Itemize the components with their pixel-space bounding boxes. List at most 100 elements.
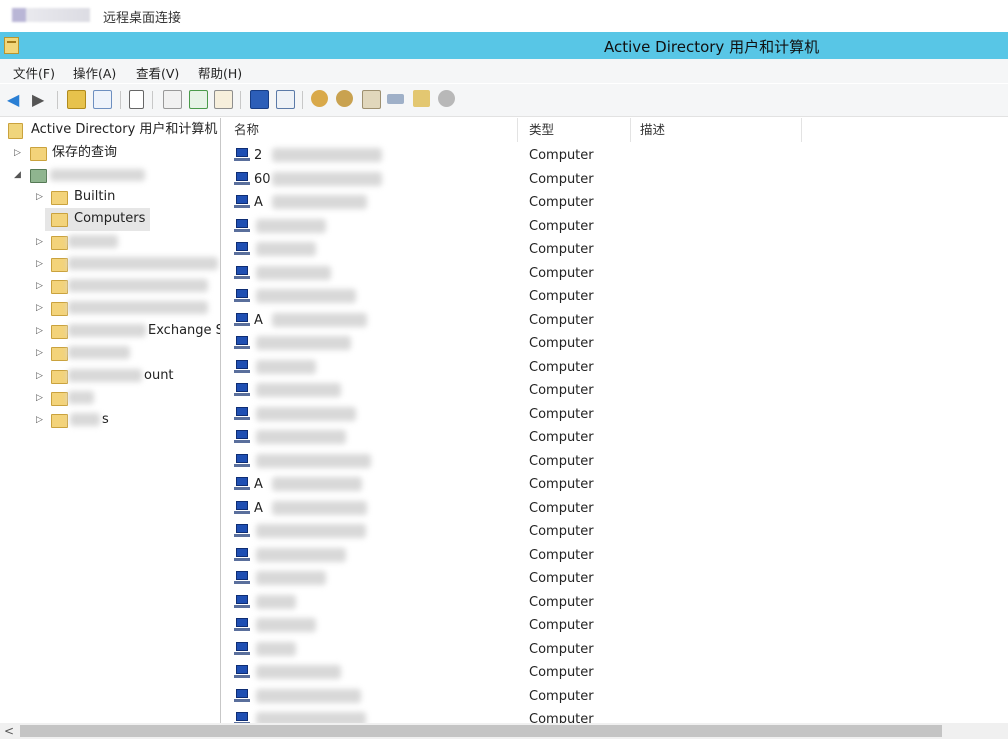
menu-file[interactable]: 文件(F)	[13, 63, 55, 82]
table-row[interactable]: A Computer	[226, 191, 1008, 214]
table-row[interactable]: Computer	[226, 638, 1008, 661]
table-row[interactable]: Computer	[226, 591, 1008, 614]
app-icon[interactable]	[4, 37, 19, 54]
table-row[interactable]: Computer	[226, 520, 1008, 543]
console-icon[interactable]	[276, 90, 295, 109]
menu-view[interactable]: 查看(V)	[136, 63, 179, 82]
tree-item[interactable]: ▷	[4, 232, 220, 252]
table-row[interactable]: Computer	[226, 262, 1008, 285]
row-type: Computer	[529, 289, 594, 304]
redacted-text	[256, 618, 316, 632]
tree-item[interactable]: ▷	[4, 254, 220, 274]
table-row[interactable]: Computer	[226, 285, 1008, 308]
add-to-group-icon[interactable]	[438, 90, 455, 107]
tree-item[interactable]: ▷	[4, 388, 220, 408]
delete-icon[interactable]	[129, 90, 144, 109]
expand-arrow-icon[interactable]: ▷	[36, 254, 43, 274]
expand-arrow-icon[interactable]: ▷	[36, 276, 43, 296]
redacted-text	[256, 265, 331, 280]
tree-item-computers[interactable]: Computers	[4, 209, 220, 229]
ou-icon[interactable]	[362, 90, 381, 109]
table-row[interactable]: Computer	[226, 614, 1008, 637]
table-row[interactable]: Computer	[226, 403, 1008, 426]
title-bar[interactable]: Active Directory 用户和计算机	[0, 32, 1008, 59]
table-row[interactable]: Computer	[226, 332, 1008, 355]
up-folder-icon[interactable]	[67, 90, 86, 109]
tree-item-saved-queries[interactable]: ▷ 保存的查询	[4, 143, 220, 163]
refresh-icon[interactable]	[189, 90, 208, 109]
list-pane[interactable]: 名称 类型 描述 2 Computer 60 Computer A Computer Com…	[226, 118, 1008, 723]
find-icon[interactable]	[413, 90, 430, 107]
tree-item-label: ount	[144, 368, 174, 383]
computer-icon	[234, 641, 250, 656]
table-row[interactable]: 2 Computer	[226, 144, 1008, 167]
user-icon[interactable]	[311, 90, 328, 107]
redacted-text	[256, 359, 316, 374]
filter-icon[interactable]	[387, 94, 404, 104]
group-icon[interactable]	[336, 90, 353, 107]
table-row[interactable]: Computer	[226, 215, 1008, 238]
table-row[interactable]: Computer	[226, 356, 1008, 379]
folder-icon	[51, 191, 68, 205]
column-header-name[interactable]: 名称	[226, 118, 518, 142]
computer-icon	[234, 500, 250, 515]
expand-arrow-icon[interactable]: ▷	[36, 232, 43, 252]
redacted-text	[256, 571, 326, 585]
scrollbar-thumb[interactable]	[20, 725, 942, 737]
tree-item[interactable]: ▷	[4, 298, 220, 318]
table-row[interactable]: Computer	[226, 544, 1008, 567]
row-type: Computer	[529, 453, 594, 469]
computer-icon	[234, 688, 250, 703]
menu-help[interactable]: 帮助(H)	[198, 63, 242, 82]
expand-arrow-icon[interactable]: ▷	[36, 321, 43, 341]
horizontal-scrollbar[interactable]: <	[0, 723, 1008, 739]
ou-folder-icon	[51, 280, 68, 294]
expand-arrow-icon[interactable]: ▷	[36, 298, 43, 318]
table-row[interactable]: A Computer	[226, 473, 1008, 496]
forward-arrow-icon[interactable]: ▶	[32, 92, 44, 108]
row-type: Computer	[529, 242, 594, 257]
expand-arrow-icon[interactable]: ▷	[36, 187, 43, 207]
redacted-text	[272, 195, 367, 209]
table-row[interactable]: Computer	[226, 567, 1008, 590]
back-arrow-icon[interactable]: ◀	[7, 92, 19, 108]
scroll-left-arrow-icon[interactable]: <	[4, 724, 14, 738]
tree-root[interactable]: Active Directory 用户和计算机	[8, 120, 220, 140]
table-row[interactable]: Computer	[226, 379, 1008, 402]
show-tree-icon[interactable]	[93, 90, 112, 109]
tree-item[interactable]: ▷	[4, 276, 220, 296]
export-icon[interactable]	[214, 90, 233, 109]
table-row[interactable]: 60 Computer	[226, 168, 1008, 191]
expand-arrow-icon[interactable]: ▷	[36, 410, 43, 430]
tree-item[interactable]: ▷	[4, 343, 220, 363]
table-row[interactable]: Computer	[226, 426, 1008, 449]
properties-icon[interactable]	[163, 90, 182, 109]
expand-arrow-icon[interactable]: ▷	[36, 366, 43, 386]
row-type: Computer	[529, 712, 594, 723]
tree-item-domain[interactable]: ◢	[4, 165, 220, 185]
table-row[interactable]: Computer	[226, 450, 1008, 473]
table-row[interactable]: Computer	[226, 661, 1008, 684]
table-row[interactable]: Computer	[226, 685, 1008, 708]
table-row[interactable]: A Computer	[226, 497, 1008, 520]
table-row[interactable]: Computer	[226, 708, 1008, 723]
tree-pane[interactable]: Active Directory 用户和计算机 ▷ 保存的查询 ◢ ▷ Buil…	[4, 118, 221, 723]
help-icon[interactable]	[250, 90, 269, 109]
tree-item[interactable]: ▷ s	[4, 410, 220, 430]
tree-item-builtin[interactable]: ▷ Builtin	[4, 187, 220, 207]
column-header-description[interactable]: 描述	[632, 118, 802, 142]
computer-icon	[234, 547, 250, 562]
table-row[interactable]: Computer	[226, 238, 1008, 261]
row-name: A	[254, 500, 263, 516]
collapse-arrow-icon[interactable]: ◢	[14, 165, 21, 185]
menu-action[interactable]: 操作(A)	[73, 63, 116, 82]
table-row[interactable]: A Computer	[226, 309, 1008, 332]
column-header-type[interactable]: 类型	[521, 118, 631, 142]
expand-arrow-icon[interactable]: ▷	[36, 388, 43, 408]
expand-arrow-icon[interactable]: ▷	[14, 143, 21, 163]
tree-item-exchange[interactable]: ▷ Exchange S	[4, 321, 220, 341]
redacted-text	[256, 547, 346, 562]
computer-icon	[234, 665, 250, 679]
expand-arrow-icon[interactable]: ▷	[36, 343, 43, 363]
tree-item-account[interactable]: ▷ ount	[4, 366, 220, 386]
